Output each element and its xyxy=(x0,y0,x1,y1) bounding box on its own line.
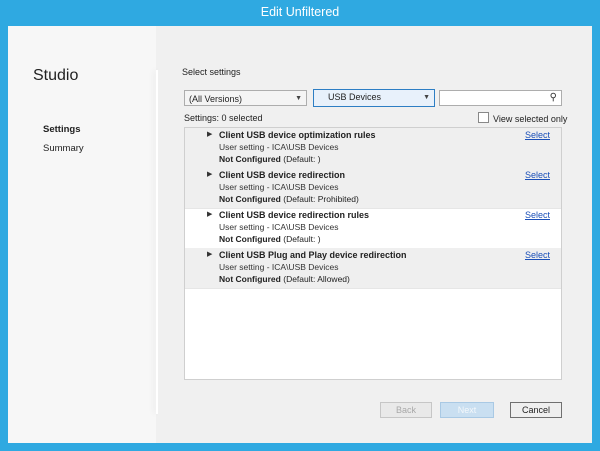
view-selected-checkbox[interactable] xyxy=(478,112,489,123)
cancel-button[interactable]: Cancel xyxy=(510,402,562,418)
settings-panel: Select settings (All Versions) ▼ USB Dev… xyxy=(158,26,592,443)
app-name: Studio xyxy=(33,67,79,84)
list-item[interactable]: ▶ Client USB device redirection rules Us… xyxy=(185,208,561,249)
expand-arrow-icon[interactable]: ▶ xyxy=(207,210,212,218)
setting-category: User setting - ICA\USB Devices xyxy=(219,222,339,232)
category-dropdown-value: USB Devices xyxy=(328,92,382,102)
setting-status: Not Configured (Default: ) xyxy=(219,154,321,164)
setting-category: User setting - ICA\USB Devices xyxy=(219,182,339,192)
sidebar-item-settings[interactable]: Settings xyxy=(43,124,80,135)
sidebar-item-summary[interactable]: Summary xyxy=(43,143,84,154)
select-link[interactable]: Select xyxy=(525,210,550,220)
search-field[interactable]: ⚲ xyxy=(439,90,562,106)
dialog-window: Studio Settings Summary Select settings … xyxy=(8,26,592,443)
list-item[interactable]: ▶ Client USB Plug and Play device redire… xyxy=(185,248,561,289)
list-item[interactable]: ▶ Client USB device redirection User set… xyxy=(185,168,561,209)
chevron-down-icon: ▼ xyxy=(423,94,430,101)
expand-arrow-icon[interactable]: ▶ xyxy=(207,170,212,178)
setting-name: Client USB device optimization rules xyxy=(219,130,376,140)
setting-status: Not Configured (Default: ) xyxy=(219,234,321,244)
search-icon[interactable]: ⚲ xyxy=(550,92,557,103)
select-link[interactable]: Select xyxy=(525,130,550,140)
chevron-down-icon: ▼ xyxy=(295,95,302,102)
setting-name: Client USB device redirection xyxy=(219,170,346,180)
back-button[interactable]: Back xyxy=(380,402,432,418)
version-dropdown[interactable]: (All Versions) ▼ xyxy=(184,90,307,106)
select-link[interactable]: Select xyxy=(525,250,550,260)
list-item[interactable]: ▶ Client USB device optimization rules U… xyxy=(185,128,561,169)
window-title: Edit Unfiltered xyxy=(260,5,340,19)
settings-list: ▶ Client USB device optimization rules U… xyxy=(184,127,562,380)
setting-category: User setting - ICA\USB Devices xyxy=(219,142,339,152)
title-bar: Edit Unfiltered xyxy=(0,0,600,26)
setting-status: Not Configured (Default: Allowed) xyxy=(219,274,350,284)
setting-category: User setting - ICA\USB Devices xyxy=(219,262,339,272)
panel-heading: Select settings xyxy=(182,67,241,77)
settings-count: Settings: 0 selected xyxy=(184,113,263,123)
wizard-sidebar: Studio Settings Summary xyxy=(8,26,156,443)
search-input[interactable] xyxy=(442,92,546,106)
expand-arrow-icon[interactable]: ▶ xyxy=(207,130,212,138)
select-link[interactable]: Select xyxy=(525,170,550,180)
view-selected-only-toggle[interactable]: View selected only xyxy=(478,112,567,124)
setting-name: Client USB Plug and Play device redirect… xyxy=(219,250,407,260)
setting-status: Not Configured (Default: Prohibited) xyxy=(219,194,359,204)
view-selected-label: View selected only xyxy=(493,114,568,124)
expand-arrow-icon[interactable]: ▶ xyxy=(207,250,212,258)
category-dropdown[interactable]: USB Devices ▼ xyxy=(313,89,435,107)
next-button[interactable]: Next xyxy=(440,402,494,418)
setting-name: Client USB device redirection rules xyxy=(219,210,370,220)
version-dropdown-value: (All Versions) xyxy=(189,94,243,104)
